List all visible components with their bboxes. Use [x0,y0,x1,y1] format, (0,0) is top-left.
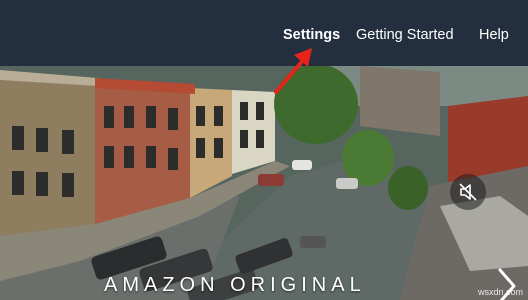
top-navbar: Settings Getting Started Help [0,0,528,66]
nav-link-help[interactable]: Help [479,27,509,43]
nav-link-getting-started[interactable]: Getting Started [356,27,454,43]
hero-banner[interactable]: AMAZON ORIGINAL [0,66,528,300]
mute-button[interactable] [450,174,486,210]
street-scene-image [0,66,528,300]
speaker-muted-icon [459,183,477,201]
watermark: wsxdn.com [478,287,524,297]
hero-title: AMAZON ORIGINAL [104,274,366,296]
nav-link-settings[interactable]: Settings [283,27,340,43]
